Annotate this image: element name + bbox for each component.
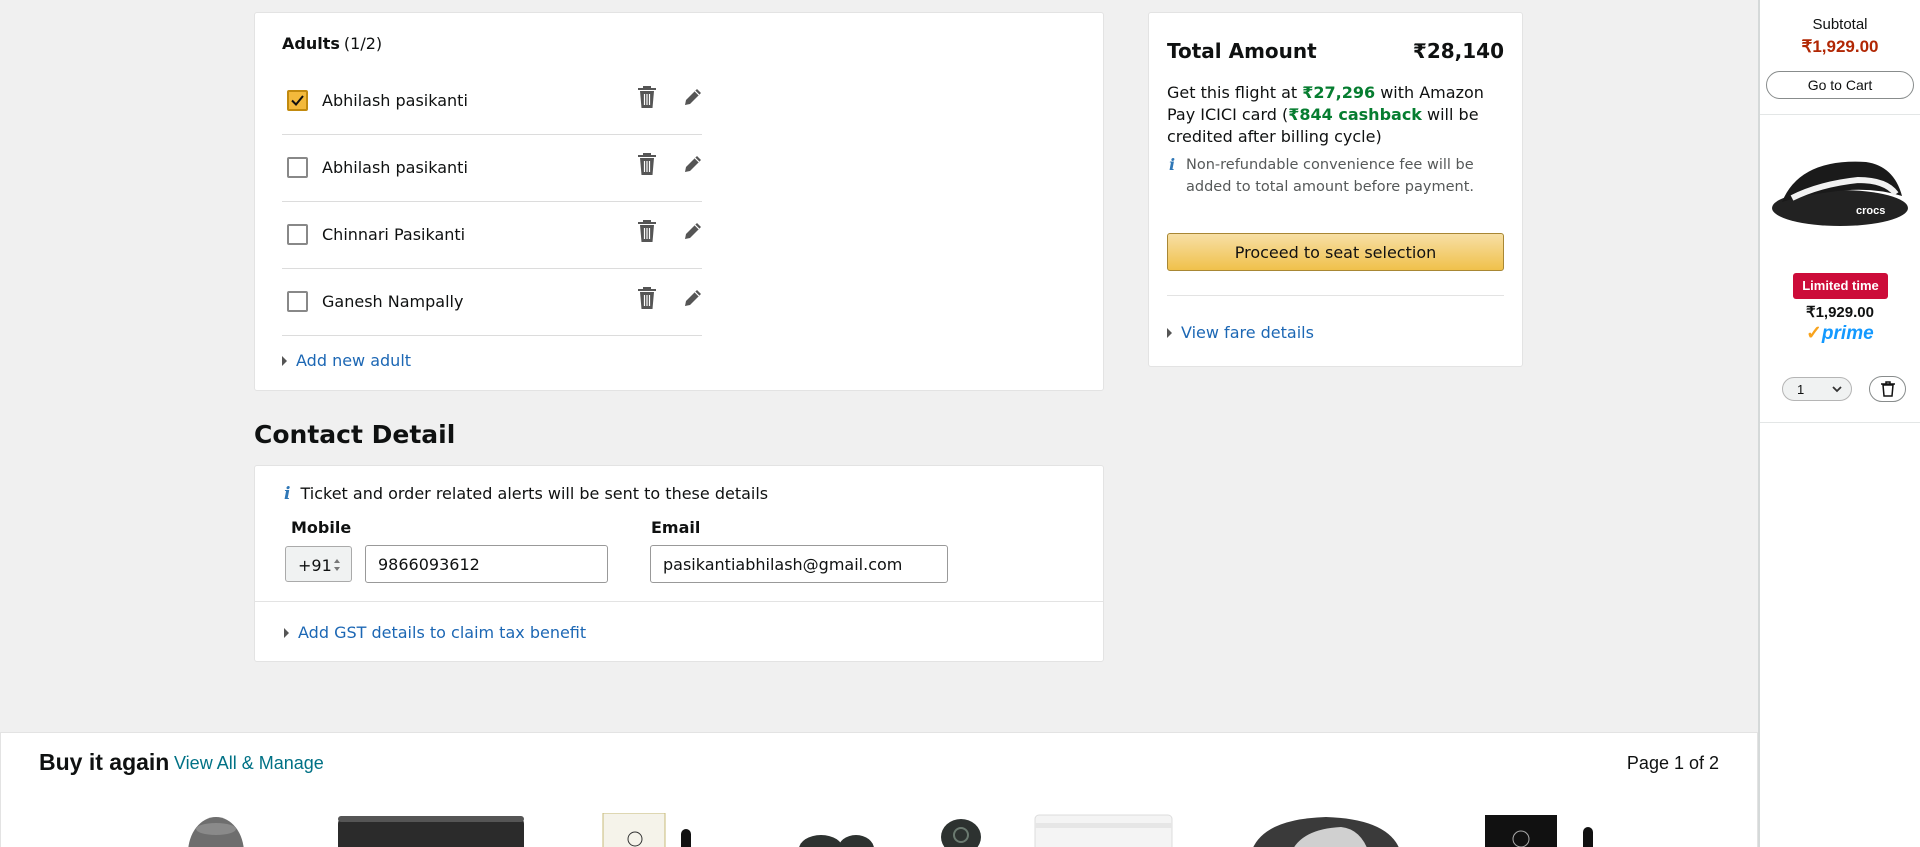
divider: [1760, 422, 1920, 423]
add-new-adult-label[interactable]: Add new adult: [296, 351, 411, 370]
traveller-row: Ganesh Nampally: [282, 269, 702, 336]
delete-traveller-icon[interactable]: [636, 286, 658, 310]
country-code-select[interactable]: +91: [285, 546, 352, 582]
mobile-label: Mobile: [291, 518, 352, 537]
add-gst-label[interactable]: Add GST details to claim tax benefit: [298, 623, 586, 642]
adults-count: (1/2): [343, 34, 383, 53]
buy-it-again-title: Buy it again: [39, 749, 170, 775]
edit-traveller-icon[interactable]: [682, 220, 704, 242]
cart-item-image[interactable]: crocs: [1770, 150, 1910, 230]
traveller-row: Abhilash pasikanti: [282, 135, 702, 202]
convenience-fee-note: i Non-refundable convenience fee will be…: [1167, 154, 1507, 198]
quantity-select[interactable]: 1: [1782, 377, 1852, 401]
caret-right-icon: [1167, 328, 1172, 338]
product-thumbnail[interactable]: [1031, 813, 1176, 847]
traveller-checkbox[interactable]: [287, 291, 308, 312]
total-amount-label: Total Amount: [1167, 39, 1317, 63]
divider: [1760, 114, 1920, 115]
limited-time-badge: Limited time: [1793, 273, 1888, 299]
cart-sidebar: Subtotal ₹1,929.00 Go to Cart crocs Limi…: [1758, 0, 1920, 847]
edit-traveller-icon[interactable]: [682, 153, 704, 175]
traveller-checkbox[interactable]: [287, 157, 308, 178]
adults-panel: Adults (1/2) Abhilash pasikanti Abhilash …: [254, 12, 1104, 391]
info-icon: i: [284, 484, 291, 504]
checkmark-icon: [291, 95, 304, 106]
product-thumbnail[interactable]: [1231, 813, 1421, 847]
country-code-value: +91: [298, 556, 332, 575]
traveller-name: Abhilash pasikanti: [322, 158, 468, 177]
adults-heading: Adults (1/2): [282, 34, 382, 53]
traveller-checkbox[interactable]: [287, 90, 308, 111]
caret-right-icon: [284, 628, 289, 638]
email-input[interactable]: [650, 545, 948, 583]
view-fare-details-label[interactable]: View fare details: [1181, 323, 1314, 342]
divider: [1167, 295, 1504, 296]
contact-detail-heading: Contact Detail: [254, 420, 456, 449]
email-label: Email: [651, 518, 701, 537]
cart-item-price: ₹1,929.00: [1806, 304, 1874, 321]
delete-cart-item-button[interactable]: [1869, 376, 1906, 402]
prime-logo: ✓prime: [1806, 322, 1874, 345]
total-amount-value: ₹28,140: [1412, 39, 1504, 63]
delete-traveller-icon[interactable]: [636, 219, 658, 243]
traveller-name: Chinnari Pasikanti: [322, 225, 466, 244]
fee-note-text: Non-refundable convenience fee will be a…: [1186, 157, 1474, 195]
traveller-name: Ganesh Nampally: [322, 292, 464, 311]
traveller-checkbox[interactable]: [287, 224, 308, 245]
mobile-input[interactable]: [365, 545, 608, 583]
contact-note-text: Ticket and order related alerts will be …: [300, 484, 769, 503]
page-indicator: Page 1 of 2: [1626, 753, 1719, 773]
product-thumbnail[interactable]: [1481, 813, 1601, 847]
product-thumbnail[interactable]: [181, 813, 251, 847]
traveller-name: Abhilash pasikanti: [322, 91, 468, 110]
product-thumbnail[interactable]: [796, 813, 981, 847]
traveller-row: Abhilash pasikanti: [282, 68, 702, 135]
info-icon: i: [1169, 155, 1176, 174]
divider: [255, 601, 1103, 602]
spinner-arrows-icon: [334, 559, 340, 571]
delete-traveller-icon[interactable]: [636, 152, 658, 176]
contact-note: i Ticket and order related alerts will be…: [284, 484, 768, 504]
product-thumbnail[interactable]: [336, 813, 526, 847]
chevron-down-icon: [1832, 386, 1842, 393]
card-offer-text: Get this flight at ₹27,296 with Amazon P…: [1167, 82, 1497, 148]
quantity-value: 1: [1797, 382, 1805, 397]
caret-right-icon: [282, 356, 287, 366]
edit-traveller-icon[interactable]: [682, 287, 704, 309]
total-amount-panel: Total Amount ₹28,140 Get this flight at …: [1148, 12, 1523, 367]
view-all-manage-link[interactable]: View All & Manage: [174, 753, 324, 774]
contact-panel: i Ticket and order related alerts will be…: [254, 465, 1104, 662]
edit-traveller-icon[interactable]: [682, 86, 704, 108]
traveller-row: Chinnari Pasikanti: [282, 202, 702, 269]
prime-label: prime: [1821, 323, 1874, 344]
proceed-to-seat-selection-button[interactable]: Proceed to seat selection: [1167, 233, 1504, 271]
trash-icon: [1881, 381, 1895, 397]
prime-check-icon: ✓: [1806, 323, 1822, 344]
offer-cashback: ₹844 cashback: [1288, 105, 1422, 124]
delete-traveller-icon[interactable]: [636, 85, 658, 109]
adults-heading-label: Adults: [282, 34, 340, 53]
go-to-cart-button[interactable]: Go to Cart: [1766, 71, 1914, 99]
subtotal-label: Subtotal: [1812, 16, 1868, 33]
product-thumbnail[interactable]: [601, 813, 696, 847]
subtotal-value: ₹1,929.00: [1801, 37, 1879, 56]
buy-it-again-section: Buy it again View All & Manage Page 1 of…: [0, 732, 1758, 847]
svg-text:crocs: crocs: [1856, 205, 1885, 217]
offer-prefix: Get this flight at: [1167, 83, 1303, 102]
offer-price: ₹27,296: [1302, 83, 1376, 102]
